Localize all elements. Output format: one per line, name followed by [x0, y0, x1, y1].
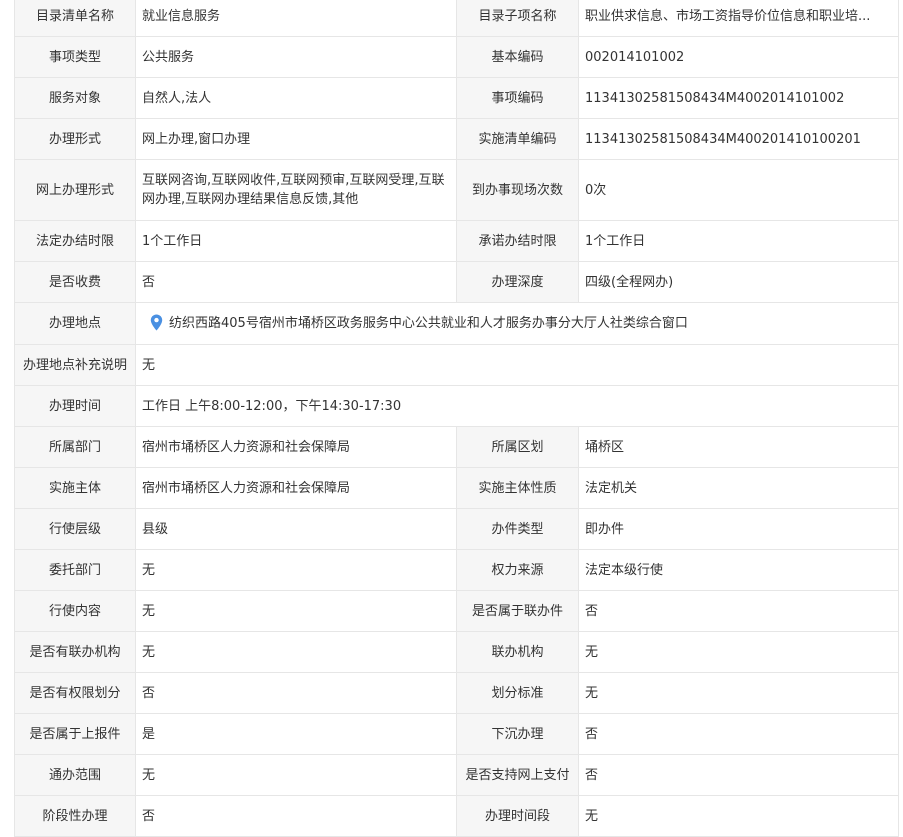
field-value: 县级: [135, 508, 457, 550]
item-info-table: 目录清单名称 就业信息服务 目录子项名称 职业供求信息、市场工资指导价位信息和职…: [14, 0, 899, 837]
table-row: 行使层级 县级 办件类型 即办件: [14, 508, 899, 550]
field-value: 002014101002: [578, 36, 899, 78]
table-row: 阶段性办理 否 办理时间段 无: [14, 795, 899, 837]
field-label: 基本编码: [456, 36, 579, 78]
field-label: 实施主体: [14, 467, 136, 509]
field-label: 法定办结时限: [14, 220, 136, 262]
field-label: 下沉办理: [456, 713, 579, 755]
field-label: 是否收费: [14, 261, 136, 303]
field-label: 阶段性办理: [14, 795, 136, 837]
table-row: 是否收费 否 办理深度 四级(全程网办): [14, 261, 899, 303]
table-row: 通办范围 无 是否支持网上支付 否: [14, 754, 899, 796]
field-value: 无: [578, 795, 899, 837]
field-value: 互联网咨询,互联网收件,互联网预审,互联网受理,互联网办理,互联网办理结果信息反…: [135, 159, 457, 221]
field-value: 11341302581508434M4002014101002: [578, 77, 899, 119]
location-text: 纺织西路405号宿州市埇桥区政务服务中心公共就业和人才服务办事分大厅人社类综合窗…: [169, 316, 688, 331]
field-label: 到办事现场次数: [456, 159, 579, 221]
field-label: 办理时间段: [456, 795, 579, 837]
field-value: 无: [135, 754, 457, 796]
field-label: 目录清单名称: [14, 0, 136, 37]
field-value: 否: [135, 795, 457, 837]
field-value: 即办件: [578, 508, 899, 550]
table-row: 办理地点补充说明 无: [14, 344, 899, 386]
table-row: 网上办理形式 互联网咨询,互联网收件,互联网预审,互联网受理,互联网办理,互联网…: [14, 159, 899, 221]
field-label: 行使层级: [14, 508, 136, 550]
field-label: 是否属于联办件: [456, 590, 579, 632]
field-label: 通办范围: [14, 754, 136, 796]
field-value: 1个工作日: [135, 220, 457, 262]
field-label: 委托部门: [14, 549, 136, 591]
field-value: 工作日 上午8:00-12:00，下午14:30-17:30: [135, 385, 899, 427]
field-value: 宿州市埇桥区人力资源和社会保障局: [135, 426, 457, 468]
field-label: 是否支持网上支付: [456, 754, 579, 796]
field-value: 否: [135, 672, 457, 714]
field-label: 联办机构: [456, 631, 579, 673]
field-value: 四级(全程网办): [578, 261, 899, 303]
field-value: 0次: [578, 159, 899, 221]
field-label: 办理地点: [14, 302, 136, 345]
field-value: 网上办理,窗口办理: [135, 118, 457, 160]
field-value: 1个工作日: [578, 220, 899, 262]
field-value: 无: [135, 590, 457, 632]
table-row: 事项类型 公共服务 基本编码 002014101002: [14, 36, 899, 78]
field-label: 划分标准: [456, 672, 579, 714]
table-row: 法定办结时限 1个工作日 承诺办结时限 1个工作日: [14, 220, 899, 262]
table-row: 服务对象 自然人,法人 事项编码 11341302581508434M40020…: [14, 77, 899, 119]
field-label: 实施主体性质: [456, 467, 579, 509]
table-row: 实施主体 宿州市埇桥区人力资源和社会保障局 实施主体性质 法定机关: [14, 467, 899, 509]
field-value: 否: [578, 590, 899, 632]
field-value: 自然人,法人: [135, 77, 457, 119]
table-row: 所属部门 宿州市埇桥区人力资源和社会保障局 所属区划 埇桥区: [14, 426, 899, 468]
field-label: 是否有联办机构: [14, 631, 136, 673]
field-value: 否: [578, 713, 899, 755]
table-row: 目录清单名称 就业信息服务 目录子项名称 职业供求信息、市场工资指导价位信息和职…: [14, 0, 899, 37]
field-label: 办理时间: [14, 385, 136, 427]
field-value: 法定机关: [578, 467, 899, 509]
field-value: 无: [578, 672, 899, 714]
field-label: 办件类型: [456, 508, 579, 550]
field-label: 是否有权限划分: [14, 672, 136, 714]
field-label: 权力来源: [456, 549, 579, 591]
table-row: 是否属于上报件 是 下沉办理 否: [14, 713, 899, 755]
field-label: 目录子项名称: [456, 0, 579, 37]
field-value: 法定本级行使: [578, 549, 899, 591]
field-label: 是否属于上报件: [14, 713, 136, 755]
field-value: 无: [135, 549, 457, 591]
field-label: 办理地点补充说明: [14, 344, 136, 386]
table-row: 办理形式 网上办理,窗口办理 实施清单编码 11341302581508434M…: [14, 118, 899, 160]
field-value: 职业供求信息、市场工资指导价位信息和职业培...: [578, 0, 899, 37]
table-row: 是否有联办机构 无 联办机构 无: [14, 631, 899, 673]
field-label: 所属区划: [456, 426, 579, 468]
field-value: 就业信息服务: [135, 0, 457, 37]
table-row: 委托部门 无 权力来源 法定本级行使: [14, 549, 899, 591]
field-label: 事项编码: [456, 77, 579, 119]
field-label: 网上办理形式: [14, 159, 136, 221]
table-row: 是否有权限划分 否 划分标准 无: [14, 672, 899, 714]
field-label: 服务对象: [14, 77, 136, 119]
field-value: 无: [578, 631, 899, 673]
field-label: 实施清单编码: [456, 118, 579, 160]
field-value: 埇桥区: [578, 426, 899, 468]
table-row: 办理时间 工作日 上午8:00-12:00，下午14:30-17:30: [14, 385, 899, 427]
field-value: 11341302581508434M400201410100201: [578, 118, 899, 160]
field-label: 办理深度: [456, 261, 579, 303]
table-row: 办理地点 纺织西路405号宿州市埇桥区政务服务中心公共就业和人才服务办事分大厅人…: [14, 302, 899, 345]
field-value: 否: [578, 754, 899, 796]
field-label: 行使内容: [14, 590, 136, 632]
field-value: 无: [135, 631, 457, 673]
field-value: 无: [135, 344, 899, 386]
table-row: 行使内容 无 是否属于联办件 否: [14, 590, 899, 632]
location-value: 纺织西路405号宿州市埇桥区政务服务中心公共就业和人才服务办事分大厅人社类综合窗…: [135, 302, 899, 345]
field-label: 事项类型: [14, 36, 136, 78]
location-pin-icon: [150, 314, 163, 331]
field-value: 公共服务: [135, 36, 457, 78]
field-value: 否: [135, 261, 457, 303]
field-label: 承诺办结时限: [456, 220, 579, 262]
field-label: 所属部门: [14, 426, 136, 468]
field-value: 宿州市埇桥区人力资源和社会保障局: [135, 467, 457, 509]
field-value: 是: [135, 713, 457, 755]
field-label: 办理形式: [14, 118, 136, 160]
